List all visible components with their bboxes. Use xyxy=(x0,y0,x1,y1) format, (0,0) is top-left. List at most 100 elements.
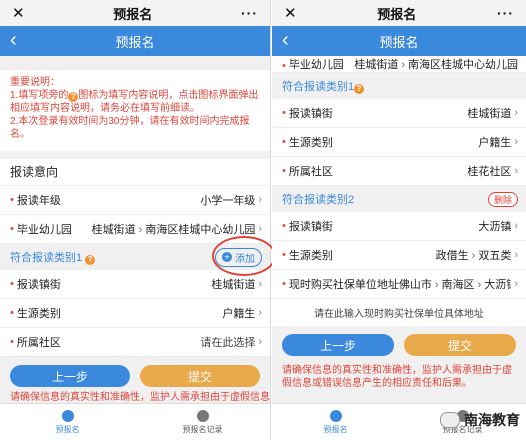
community-row[interactable]: • 所属社区 请在此选择 › xyxy=(0,328,270,357)
town-value: 桂城街道 xyxy=(467,108,512,120)
required-marker: • xyxy=(282,220,286,232)
origin-label: 生源类别 xyxy=(288,137,333,149)
separator-icon: › xyxy=(401,59,405,71)
notice-heading: 重要说明： xyxy=(10,77,60,88)
notice-box: 重要说明： 1.填写项旁的? 图标为填写内容说明，点击图标界面弹出相应填写内容说明… xyxy=(0,70,270,151)
chevron-right-icon: › xyxy=(514,278,518,290)
button-row: 上一步 提交 xyxy=(272,326,526,356)
address-label: 现时购买社保单位地址 xyxy=(288,279,399,291)
grade-row[interactable]: • 报读年级 小学一年级 › xyxy=(0,186,270,215)
chevron-right-icon: › xyxy=(258,223,262,235)
question-icon[interactable]: ? xyxy=(85,255,96,265)
chevron-right-icon: › xyxy=(258,307,262,319)
chevron-right-icon: › xyxy=(258,336,262,348)
register-icon xyxy=(61,409,74,422)
watermark-text: 南海教育 xyxy=(464,412,520,428)
category-label-text: 符合报读类别1 xyxy=(10,252,83,264)
origin-row[interactable]: • 生源类别 户籍生 › xyxy=(0,299,270,328)
origin-value: 政借生 › 双五类 xyxy=(333,247,512,263)
notice-line1: 1.填写项旁的? 图标为填写内容说明，点击图标界面弹出相应填写内容说明，请务必在填… xyxy=(10,89,260,115)
required-marker: • xyxy=(282,107,286,119)
more-icon[interactable]: ··· xyxy=(497,5,514,21)
left-phone-screen: ✕ 预报名 ··· ‹ 预报名 重要说明： 1.填写项旁的? 图标为填写内容说明，… xyxy=(0,0,271,440)
kindergarten-row[interactable]: • 毕业幼儿园 桂城街道 › 南海区桂城中心幼儿园 xyxy=(272,56,526,73)
required-marker: • xyxy=(10,194,14,206)
wechat-logo-icon xyxy=(440,412,460,428)
kindergarten-street: 桂城街道 xyxy=(91,224,136,236)
section-title: 报读意向 xyxy=(0,159,270,186)
page-title: 预报名 xyxy=(379,34,419,50)
origin-value: 户籍生 xyxy=(478,137,512,149)
nav-bar: ‹ 预报名 xyxy=(0,26,270,56)
address-town: 大沥镇 xyxy=(484,279,511,291)
back-icon[interactable]: ‹ xyxy=(282,29,289,51)
required-marker: • xyxy=(10,307,14,319)
category-label: 符合报读类别1 ? xyxy=(10,249,96,265)
notice-line2: 2.本次登录有效时间为30分钟，请在有效时间内完成报名。 xyxy=(10,116,250,140)
town-value: 大沥镇 xyxy=(478,221,512,233)
submit-button[interactable]: 提交 xyxy=(140,365,260,387)
tab-bar: 预报名 预报名记录 xyxy=(0,403,270,440)
origin-label: 生源类别 xyxy=(288,250,333,262)
delete-category-button[interactable]: 删除 xyxy=(487,191,518,207)
submit-button[interactable]: 提交 xyxy=(404,334,516,356)
community-value: 桂花社区 xyxy=(467,166,512,178)
tab-label: 预报名记录 xyxy=(182,424,223,434)
town-value: 桂城街道 xyxy=(211,279,256,291)
close-icon[interactable]: ✕ xyxy=(12,4,25,22)
separator-icon: › xyxy=(434,279,439,291)
chevron-right-icon: › xyxy=(514,165,518,177)
kindergarten-value: 桂城街道 › 南海区桂城中心幼儿园 xyxy=(72,221,256,237)
required-marker: • xyxy=(10,223,14,235)
back-icon[interactable]: ‹ xyxy=(10,29,17,51)
town-row[interactable]: • 报读镇街 桂城街道 › xyxy=(0,270,270,299)
tab-preregister[interactable]: 预报名 xyxy=(0,404,135,440)
tab-label: 预报名 xyxy=(323,424,348,434)
separator-icon: › xyxy=(477,279,482,291)
records-icon xyxy=(196,409,209,422)
more-icon[interactable]: ··· xyxy=(241,5,258,21)
nav-bar: ‹ 预报名 xyxy=(272,26,526,56)
cat1-origin-row[interactable]: • 生源类别 户籍生 › xyxy=(272,128,526,157)
required-marker: • xyxy=(282,278,286,290)
cat2-address-row[interactable]: • 现时购买社保单位地址 佛山市›南海区›大沥镇 › xyxy=(272,270,526,299)
category1-header: 符合报读类别1? xyxy=(272,73,526,99)
separator-icon: › xyxy=(138,224,143,236)
origin-value2: 双五类 xyxy=(478,250,512,262)
window-title: 预报名 xyxy=(113,6,153,22)
window-titlebar: ✕ 预报名 ··· xyxy=(272,0,526,26)
community-label: 所属社区 xyxy=(16,337,61,349)
community-label: 所属社区 xyxy=(288,166,333,178)
kindergarten-value: 桂城街道 › 南海区桂城中心幼儿园 xyxy=(344,56,518,72)
question-icon: ? xyxy=(68,92,79,102)
kindergarten-label: 毕业幼儿园 xyxy=(16,224,72,236)
disclaimer: 请确保信息的真实性和准确性，监护人需承担由于虚假信息或错误信息产生的相应责任和后… xyxy=(282,365,512,389)
prev-button[interactable]: 上一步 xyxy=(10,365,130,387)
cat1-town-row[interactable]: • 报读镇街 桂城街道 › xyxy=(272,99,526,128)
right-phone-screen: ✕ 预报名 ··· ‹ 预报名 • 毕业幼儿园 桂城街道 › 南海区桂城中心幼儿园 … xyxy=(272,0,526,440)
cat2-town-row[interactable]: • 报读镇街 大沥镇 › xyxy=(272,212,526,241)
tab-preregister[interactable]: 预报名 xyxy=(272,404,399,440)
close-icon[interactable]: ✕ xyxy=(284,4,297,22)
required-marker: • xyxy=(10,336,14,348)
chevron-right-icon: › xyxy=(258,278,262,290)
tab-label: 预报名 xyxy=(55,424,80,434)
required-marker: • xyxy=(282,60,286,72)
address-city: 佛山市 xyxy=(398,279,432,291)
separator-icon: › xyxy=(471,250,476,262)
address-input[interactable]: 请在此输入现时购买社保单位具体地址 xyxy=(272,299,526,326)
kindergarten-street: 桂城街道 xyxy=(354,59,399,71)
required-marker: • xyxy=(10,278,14,290)
required-marker: • xyxy=(282,165,286,177)
origin-value1: 政借生 xyxy=(435,250,469,262)
kindergarten-school: 南海区桂城中心幼儿园 xyxy=(145,224,256,236)
community-value: 请在此选择 xyxy=(200,337,256,349)
question-icon[interactable]: ? xyxy=(354,84,365,94)
town-label: 报读镇街 xyxy=(16,279,61,291)
cat1-community-row[interactable]: • 所属社区 桂花社区 › xyxy=(272,157,526,186)
required-marker: • xyxy=(282,136,286,148)
cat2-origin-row[interactable]: • 生源类别 政借生 › 双五类 › xyxy=(272,241,526,270)
required-marker: • xyxy=(282,249,286,261)
prev-button[interactable]: 上一步 xyxy=(282,334,394,356)
tab-records[interactable]: 预报名记录 xyxy=(135,404,270,440)
